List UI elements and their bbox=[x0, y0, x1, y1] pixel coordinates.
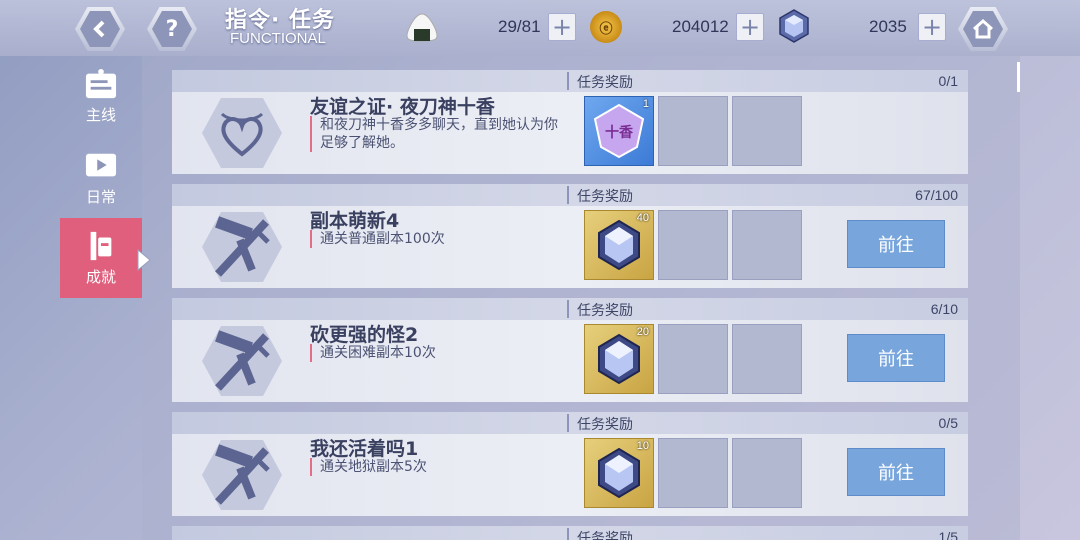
task-name: 副本萌新4 bbox=[310, 210, 400, 232]
rice-ball-icon bbox=[406, 13, 438, 42]
reward-label: 任务奖励 bbox=[577, 189, 633, 205]
task-name: 友谊之证· 夜刀神十香 bbox=[310, 96, 495, 118]
reward-label: 任务奖励 bbox=[577, 417, 633, 433]
reward-label: 任务奖励 bbox=[577, 531, 633, 540]
task-name: 我还活着吗1 bbox=[310, 438, 419, 460]
reward-label: 任务奖励 bbox=[577, 75, 633, 91]
task-description: 通关普通副本100次 bbox=[310, 230, 570, 248]
help-icon: ? bbox=[165, 16, 179, 42]
reward-count: 20 bbox=[636, 326, 649, 338]
coins-value: 204012 bbox=[672, 17, 729, 36]
reward-count: 40 bbox=[636, 212, 649, 224]
go-button[interactable]: 前往 bbox=[847, 334, 945, 382]
task-description: 和夜刀神十香多多聊天，直到她认为你足够了解她。 bbox=[310, 116, 570, 152]
task-card: 任务奖励 67/100 副本萌新4 通关普通副本100次 40 前往 bbox=[172, 184, 968, 292]
sidebar-item-label: 主线 bbox=[85, 105, 116, 124]
scrollbar-thumb[interactable] bbox=[1017, 62, 1020, 92]
crystal-icon bbox=[779, 9, 809, 43]
sidebar-item-label: 成就 bbox=[85, 267, 116, 286]
reward-slot-empty bbox=[732, 210, 802, 280]
reward-slot[interactable]: 十香 1 bbox=[584, 96, 654, 166]
stamina-value: 29/81 bbox=[498, 17, 541, 36]
heart-emblem-icon bbox=[202, 98, 282, 168]
active-tab-arrow-icon bbox=[137, 248, 151, 272]
gems-value: 2035 bbox=[869, 17, 907, 36]
gun-sword-emblem-icon bbox=[202, 212, 282, 282]
sidebar-item-label: 日常 bbox=[85, 187, 116, 206]
task-progress: 0/5 bbox=[938, 415, 958, 431]
task-card: 任务奖励 0/1 友谊之证· 夜刀神十香 和夜刀神十香多多聊天，直到她认为你足够… bbox=[172, 70, 968, 178]
reward-slot[interactable]: 20 bbox=[584, 324, 654, 394]
reward-slot[interactable]: 40 bbox=[584, 210, 654, 280]
sidebar-item-achievement[interactable]: 成就 bbox=[60, 218, 142, 298]
reward-slot-empty bbox=[658, 210, 728, 280]
go-button[interactable]: 前往 bbox=[847, 220, 945, 268]
sidebar-item-daily[interactable]: 日常 bbox=[60, 138, 142, 218]
reward-count: 10 bbox=[636, 440, 649, 452]
coin-icon: ⓔ bbox=[590, 11, 622, 43]
task-card: 任务奖励 6/10 砍更强的怪2 通关困难副本10次 20 前往 bbox=[172, 298, 968, 406]
gun-sword-emblem-icon bbox=[202, 440, 282, 510]
sidebar-item-mainline[interactable]: 主线 bbox=[60, 56, 142, 136]
page-subtitle: FUNCTIONAL bbox=[230, 30, 326, 47]
task-description: 通关困难副本10次 bbox=[310, 344, 570, 362]
home-icon bbox=[963, 11, 1003, 47]
badge-text: 十香 bbox=[605, 124, 634, 141]
task-card: 任务奖励 0/5 我还活着吗1 通关地狱副本5次 10 前往 bbox=[172, 412, 968, 520]
mainline-icon bbox=[85, 68, 117, 98]
reward-slot-empty bbox=[658, 324, 728, 394]
task-description: 通关地狱副本5次 bbox=[310, 458, 570, 476]
reward-slot-empty bbox=[732, 96, 802, 166]
task-progress: 67/100 bbox=[915, 187, 958, 203]
task-progress: 6/10 bbox=[930, 301, 958, 317]
reward-slot-empty bbox=[658, 438, 728, 508]
back-icon bbox=[80, 11, 120, 47]
reward-slot[interactable]: 10 bbox=[584, 438, 654, 508]
reward-slot-empty bbox=[732, 438, 802, 508]
stamina-plus-button[interactable]: + bbox=[548, 13, 576, 41]
category-sidebar: 主线 日常 成就 bbox=[60, 56, 142, 540]
go-button[interactable]: 前往 bbox=[847, 448, 945, 496]
task-name: 砍更强的怪2 bbox=[310, 324, 419, 346]
task-progress: 1/5 bbox=[938, 529, 958, 540]
coins-plus-button[interactable]: + bbox=[736, 13, 764, 41]
reward-slot-empty bbox=[732, 324, 802, 394]
gun-sword-emblem-icon bbox=[202, 326, 282, 396]
gems-plus-button[interactable]: + bbox=[918, 13, 946, 41]
achievement-icon bbox=[90, 231, 112, 260]
task-card: 任务奖励 1/5 bbox=[172, 526, 968, 540]
daily-icon bbox=[85, 153, 117, 176]
reward-slot-empty bbox=[658, 96, 728, 166]
reward-count: 1 bbox=[642, 98, 649, 110]
task-progress: 0/1 bbox=[938, 73, 958, 89]
reward-label: 任务奖励 bbox=[577, 303, 633, 319]
